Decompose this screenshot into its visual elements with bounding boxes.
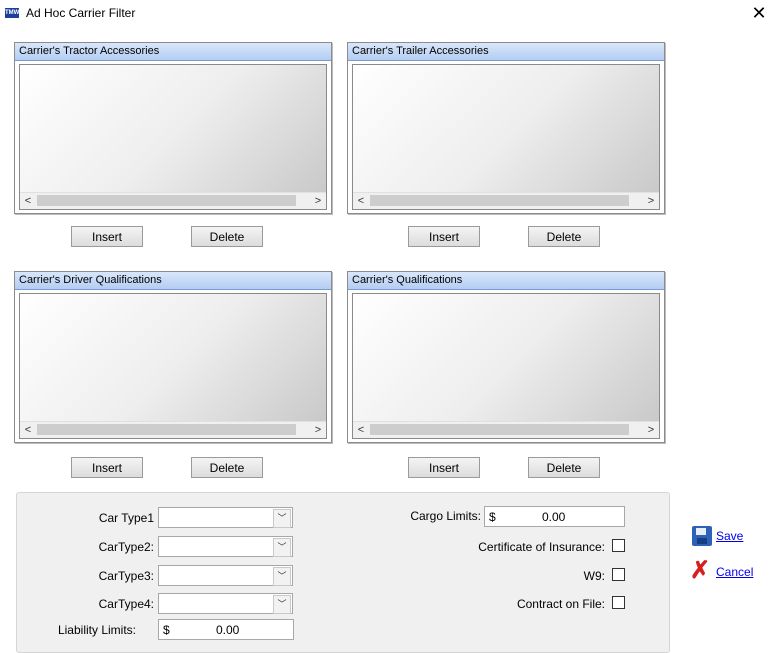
car-type1-label: Car Type1: [98, 511, 154, 525]
driver-insert-button[interactable]: Insert: [71, 457, 143, 478]
scroll-right-icon[interactable]: >: [310, 422, 326, 438]
car-type3-label: CarType3:: [98, 569, 154, 583]
driver-qualifications-panel: Carrier's Driver Qualifications < >: [14, 271, 332, 443]
carrier-qualifications-list[interactable]: < >: [352, 293, 660, 439]
horizontal-scrollbar[interactable]: < >: [353, 421, 659, 438]
car-type2-label: CarType2:: [98, 540, 154, 554]
chevron-down-icon[interactable]: ﹀: [273, 595, 291, 614]
scroll-left-icon[interactable]: <: [20, 422, 36, 438]
car-type4-dropdown[interactable]: ﹀: [158, 593, 293, 614]
currency-symbol: $: [163, 623, 170, 637]
driver-delete-button[interactable]: Delete: [191, 457, 263, 478]
contract-on-file-checkbox[interactable]: [612, 596, 625, 609]
w9-checkbox[interactable]: [612, 568, 625, 581]
chevron-down-icon[interactable]: ﹀: [273, 538, 291, 557]
chevron-down-icon[interactable]: ﹀: [273, 567, 291, 586]
cargo-limits-label: Cargo Limits:: [410, 509, 481, 523]
tractor-insert-button[interactable]: Insert: [71, 226, 143, 247]
trailer-accessories-panel: Carrier's Trailer Accessories < >: [347, 42, 665, 214]
chevron-down-icon[interactable]: ﹀: [273, 509, 291, 528]
tractor-accessories-list[interactable]: < >: [19, 64, 327, 210]
qualifications-delete-button[interactable]: Delete: [528, 457, 600, 478]
scroll-left-icon[interactable]: <: [353, 422, 369, 438]
liability-limits-label: Liability Limits:: [57, 623, 136, 637]
tractor-accessories-panel: Carrier's Tractor Accessories < >: [14, 42, 332, 214]
scroll-thumb[interactable]: [370, 424, 629, 435]
w9-label: W9:: [583, 569, 605, 583]
panel-title: Carrier's Driver Qualifications: [15, 272, 331, 290]
close-icon[interactable]: ✕: [744, 0, 774, 28]
cargo-limits-value: 0.00: [542, 510, 566, 524]
certificate-of-insurance-checkbox[interactable]: [612, 539, 625, 552]
currency-symbol: $: [489, 510, 496, 524]
window-title: Ad Hoc Carrier Filter: [26, 6, 136, 20]
scroll-right-icon[interactable]: >: [310, 193, 326, 209]
trailer-accessories-list[interactable]: < >: [352, 64, 660, 210]
horizontal-scrollbar[interactable]: < >: [20, 421, 326, 438]
panel-title: Carrier's Trailer Accessories: [348, 43, 664, 61]
trailer-delete-button[interactable]: Delete: [528, 226, 600, 247]
app-logo-icon: TMW: [5, 8, 20, 18]
scroll-thumb[interactable]: [370, 195, 629, 206]
panel-title: Carrier's Qualifications: [348, 272, 664, 290]
driver-qualifications-list[interactable]: < >: [19, 293, 327, 439]
certificate-of-insurance-label: Certificate of Insurance:: [478, 540, 605, 554]
contract-on-file-label: Contract on File:: [516, 597, 605, 611]
scroll-left-icon[interactable]: <: [20, 193, 36, 209]
scroll-thumb[interactable]: [37, 195, 296, 206]
panel-title: Carrier's Tractor Accessories: [15, 43, 331, 61]
cancel-x-icon[interactable]: ✗: [690, 559, 710, 583]
liability-limits-input[interactable]: $ 0.00: [158, 619, 294, 640]
scroll-thumb[interactable]: [37, 424, 296, 435]
trailer-insert-button[interactable]: Insert: [408, 226, 480, 247]
tractor-delete-button[interactable]: Delete: [191, 226, 263, 247]
car-type4-label: CarType4:: [98, 597, 154, 611]
car-type3-dropdown[interactable]: ﹀: [158, 565, 293, 586]
scroll-right-icon[interactable]: >: [643, 422, 659, 438]
cargo-limits-input[interactable]: $ 0.00: [484, 506, 625, 527]
title-bar: TMW Ad Hoc Carrier Filter ✕: [0, 0, 774, 28]
scroll-left-icon[interactable]: <: [353, 193, 369, 209]
car-type2-dropdown[interactable]: ﹀: [158, 536, 293, 557]
horizontal-scrollbar[interactable]: < >: [20, 192, 326, 209]
carrier-qualifications-panel: Carrier's Qualifications < >: [347, 271, 665, 443]
save-link[interactable]: Save: [716, 529, 743, 543]
car-type1-dropdown[interactable]: ﹀: [158, 507, 293, 528]
liability-limits-value: 0.00: [216, 623, 240, 637]
scroll-right-icon[interactable]: >: [643, 193, 659, 209]
save-disk-icon[interactable]: [692, 526, 712, 546]
qualifications-insert-button[interactable]: Insert: [408, 457, 480, 478]
horizontal-scrollbar[interactable]: < >: [353, 192, 659, 209]
cancel-link[interactable]: Cancel: [716, 565, 753, 579]
